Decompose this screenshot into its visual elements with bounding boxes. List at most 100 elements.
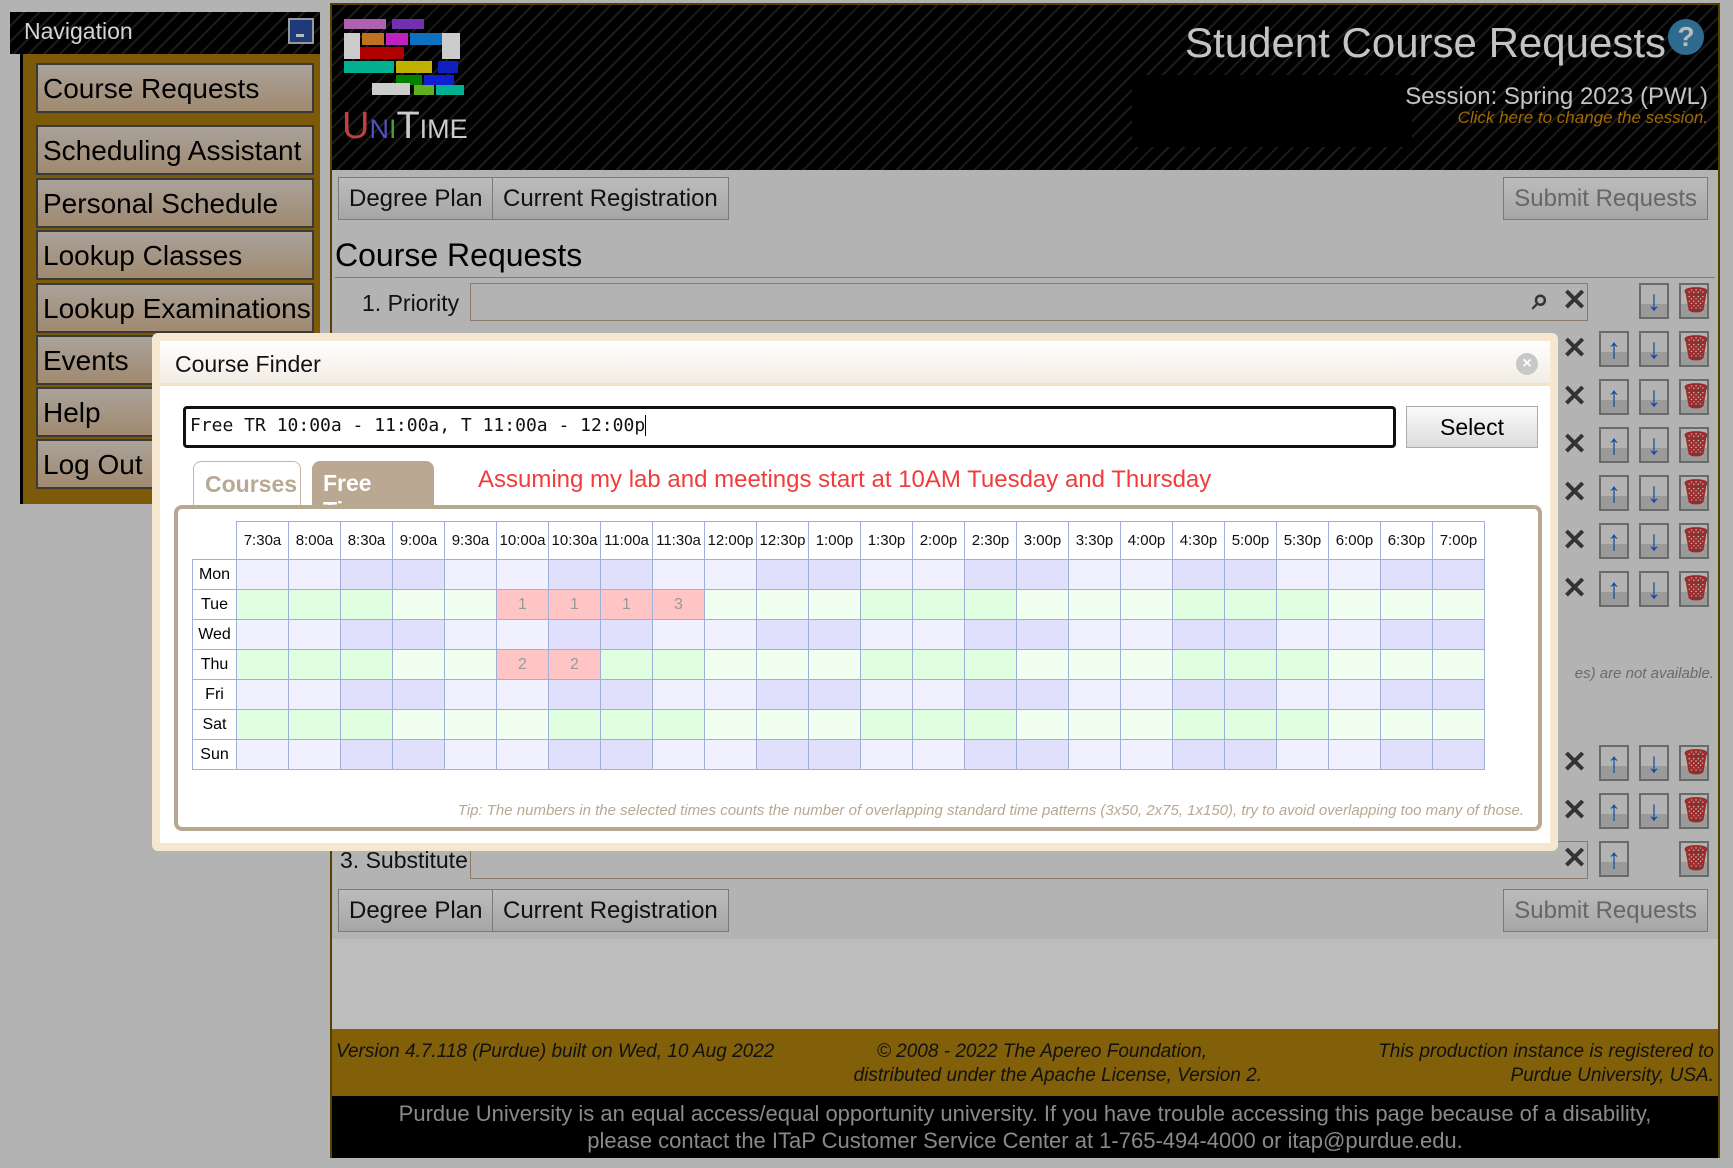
time-slot-sat-3:00p[interactable] — [1016, 709, 1069, 740]
clear-icon[interactable]: ✕ — [1562, 523, 1587, 558]
clear-icon[interactable]: ✕ — [1562, 331, 1587, 366]
time-slot-sat-5:00p[interactable] — [1224, 709, 1277, 740]
time-slot-mon-10:30a[interactable] — [548, 559, 601, 590]
time-slot-mon-11:00a[interactable] — [600, 559, 653, 590]
time-slot-sun-11:30a[interactable] — [652, 739, 705, 770]
time-slot-thu-5:30p[interactable] — [1276, 649, 1329, 680]
time-slot-sun-5:30p[interactable] — [1276, 739, 1329, 770]
time-slot-tue-1:30p[interactable] — [860, 589, 913, 620]
time-slot-tue-8:30a[interactable] — [340, 589, 393, 620]
time-slot-thu-4:30p[interactable] — [1172, 649, 1225, 680]
time-slot-sun-10:30a[interactable] — [548, 739, 601, 770]
clear-icon[interactable]: ✕ — [1562, 793, 1587, 828]
delete-icon[interactable]: 🗑 — [1679, 331, 1711, 367]
time-slot-sun-4:30p[interactable] — [1172, 739, 1225, 770]
time-slot-thu-10:30a[interactable]: 2 — [548, 649, 601, 680]
time-slot-thu-7:30a[interactable] — [236, 649, 289, 680]
delete-icon[interactable]: 🗑 — [1679, 475, 1711, 511]
time-slot-sat-5:30p[interactable] — [1276, 709, 1329, 740]
change-session-link[interactable]: Click here to change the session. — [1458, 108, 1708, 128]
time-slot-wed-4:00p[interactable] — [1120, 619, 1173, 650]
nav-item-lookup-classes[interactable]: Lookup Classes — [36, 230, 314, 280]
time-slot-wed-10:00a[interactable] — [496, 619, 549, 650]
time-slot-fri-10:00a[interactable] — [496, 679, 549, 710]
course-finder-input[interactable]: Free TR 10:00a - 11:00a, T 11:00a - 12:0… — [183, 406, 1396, 448]
time-slot-sat-10:00a[interactable] — [496, 709, 549, 740]
move-up-icon[interactable]: ↑ — [1599, 793, 1629, 829]
time-slot-tue-3:30p[interactable] — [1068, 589, 1121, 620]
time-slot-wed-3:00p[interactable] — [1016, 619, 1069, 650]
delete-icon[interactable]: 🗑 — [1679, 841, 1711, 877]
time-slot-thu-7:00p[interactable] — [1432, 649, 1485, 680]
time-slot-mon-3:30p[interactable] — [1068, 559, 1121, 590]
time-slot-sat-8:00a[interactable] — [288, 709, 341, 740]
time-slot-sat-9:00a[interactable] — [392, 709, 445, 740]
time-slot-tue-3:00p[interactable] — [1016, 589, 1069, 620]
time-slot-mon-12:00p[interactable] — [704, 559, 757, 590]
time-slot-wed-7:30a[interactable] — [236, 619, 289, 650]
degree-plan-button[interactable]: Degree Plan — [338, 177, 494, 220]
time-slot-mon-3:00p[interactable] — [1016, 559, 1069, 590]
time-slot-wed-9:30a[interactable] — [444, 619, 497, 650]
time-slot-thu-12:00p[interactable] — [704, 649, 757, 680]
time-slot-sat-12:30p[interactable] — [756, 709, 809, 740]
time-slot-mon-10:00a[interactable] — [496, 559, 549, 590]
time-slot-mon-6:00p[interactable] — [1328, 559, 1381, 590]
clear-icon[interactable]: ✕ — [1562, 571, 1587, 606]
time-slot-wed-8:00a[interactable] — [288, 619, 341, 650]
move-up-icon[interactable]: ↑ — [1599, 523, 1629, 559]
time-slot-sun-10:00a[interactable] — [496, 739, 549, 770]
time-slot-fri-1:30p[interactable] — [860, 679, 913, 710]
time-slot-tue-9:30a[interactable] — [444, 589, 497, 620]
time-slot-sat-8:30a[interactable] — [340, 709, 393, 740]
time-slot-sat-2:30p[interactable] — [964, 709, 1017, 740]
time-slot-sun-8:00a[interactable] — [288, 739, 341, 770]
move-up-icon[interactable]: ↑ — [1599, 841, 1629, 877]
degree-plan-button-bottom[interactable]: Degree Plan — [338, 889, 494, 932]
time-slot-fri-10:30a[interactable] — [548, 679, 601, 710]
time-slot-wed-11:00a[interactable] — [600, 619, 653, 650]
time-slot-thu-2:00p[interactable] — [912, 649, 965, 680]
time-slot-wed-6:00p[interactable] — [1328, 619, 1381, 650]
time-slot-thu-12:30p[interactable] — [756, 649, 809, 680]
time-slot-fri-4:00p[interactable] — [1120, 679, 1173, 710]
nav-item-lookup-examinations[interactable]: Lookup Examinations — [36, 283, 314, 333]
time-slot-mon-1:30p[interactable] — [860, 559, 913, 590]
time-slot-thu-2:30p[interactable] — [964, 649, 1017, 680]
time-slot-wed-4:30p[interactable] — [1172, 619, 1225, 650]
time-slot-sun-7:30a[interactable] — [236, 739, 289, 770]
submit-requests-button[interactable]: Submit Requests — [1503, 177, 1708, 220]
time-slot-sat-4:00p[interactable] — [1120, 709, 1173, 740]
time-slot-sun-3:00p[interactable] — [1016, 739, 1069, 770]
time-slot-wed-9:00a[interactable] — [392, 619, 445, 650]
move-down-icon[interactable]: ↓ — [1639, 475, 1669, 511]
time-slot-sun-1:30p[interactable] — [860, 739, 913, 770]
time-slot-wed-12:30p[interactable] — [756, 619, 809, 650]
move-up-icon[interactable]: ↑ — [1599, 571, 1629, 607]
time-slot-tue-2:30p[interactable] — [964, 589, 1017, 620]
delete-icon[interactable]: 🗑 — [1679, 745, 1711, 781]
time-slot-fri-5:00p[interactable] — [1224, 679, 1277, 710]
time-slot-sat-11:30a[interactable] — [652, 709, 705, 740]
time-slot-sun-11:00a[interactable] — [600, 739, 653, 770]
time-slot-sat-1:00p[interactable] — [808, 709, 861, 740]
time-slot-fri-2:00p[interactable] — [912, 679, 965, 710]
time-slot-mon-6:30p[interactable] — [1380, 559, 1433, 590]
time-slot-mon-8:30a[interactable] — [340, 559, 393, 590]
time-slot-wed-3:30p[interactable] — [1068, 619, 1121, 650]
time-slot-tue-10:30a[interactable]: 1 — [548, 589, 601, 620]
time-slot-fri-2:30p[interactable] — [964, 679, 1017, 710]
time-slot-tue-12:30p[interactable] — [756, 589, 809, 620]
time-slot-sun-9:30a[interactable] — [444, 739, 497, 770]
move-up-icon[interactable]: ↑ — [1599, 331, 1629, 367]
time-slot-tue-7:30a[interactable] — [236, 589, 289, 620]
time-slot-tue-1:00p[interactable] — [808, 589, 861, 620]
minimize-icon[interactable] — [288, 18, 314, 44]
time-slot-wed-7:00p[interactable] — [1432, 619, 1485, 650]
time-slot-wed-2:30p[interactable] — [964, 619, 1017, 650]
time-slot-fri-7:00p[interactable] — [1432, 679, 1485, 710]
delete-icon[interactable]: 🗑 — [1679, 427, 1711, 463]
time-slot-sun-2:30p[interactable] — [964, 739, 1017, 770]
time-slot-mon-7:00p[interactable] — [1432, 559, 1485, 590]
time-slot-mon-1:00p[interactable] — [808, 559, 861, 590]
